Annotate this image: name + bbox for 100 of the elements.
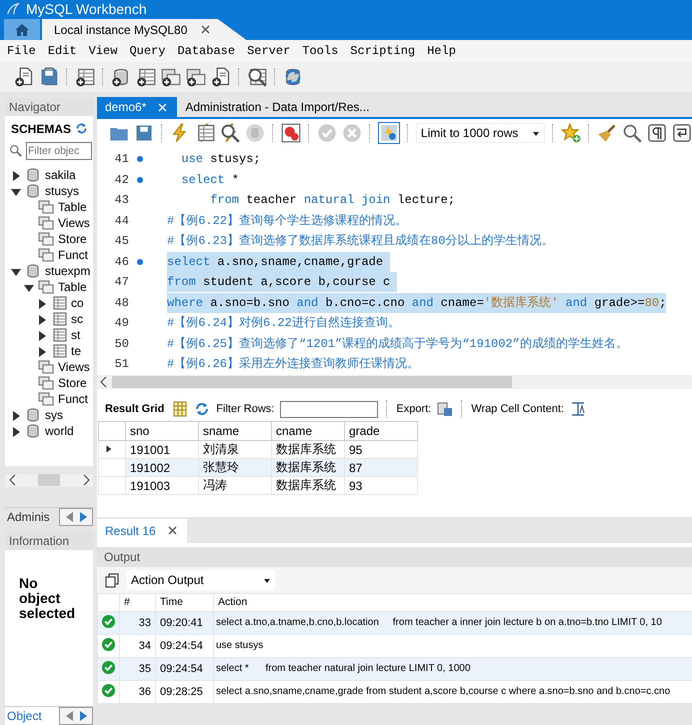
menu-item[interactable]: Tools	[302, 44, 338, 58]
tree-item[interactable]: stuexpm	[5, 262, 93, 278]
home-tab[interactable]	[4, 19, 40, 40]
refresh-icon[interactable]	[194, 401, 210, 417]
menu-item[interactable]: Edit	[48, 44, 77, 58]
menu-item[interactable]: View	[88, 44, 118, 58]
editor-tab[interactable]: demo6*	[97, 97, 178, 117]
expander-icon[interactable]	[11, 168, 21, 180]
menu-item[interactable]: Server	[247, 44, 290, 58]
column-header[interactable]: cname	[272, 422, 344, 440]
tree-item[interactable]: sc	[5, 310, 93, 326]
column-header[interactable]: Action	[214, 593, 692, 611]
output-mode-dropdown[interactable]: Action Output	[127, 570, 275, 590]
view-add-icon[interactable]	[161, 67, 181, 87]
expander-icon[interactable]	[37, 344, 47, 356]
add-snippet-icon[interactable]	[560, 123, 581, 143]
tree-item[interactable]: Funct	[5, 390, 93, 406]
database-add-icon[interactable]	[111, 67, 131, 87]
tree-item[interactable]: te	[5, 342, 93, 358]
tab-navigation[interactable]	[59, 707, 93, 725]
function-add-icon[interactable]	[211, 67, 231, 87]
stop-on-error-icon[interactable]	[280, 123, 301, 143]
tree-item[interactable]: sakila	[5, 166, 93, 182]
column-header[interactable]: Time	[156, 593, 214, 611]
open-sql-file-icon[interactable]	[39, 67, 59, 87]
table-cell: 191002	[126, 458, 198, 476]
column-header[interactable]: sname	[198, 422, 272, 440]
menu-item[interactable]: Scripting	[350, 44, 416, 58]
beautify-icon[interactable]	[596, 123, 617, 143]
window-title: MySQL Workbench	[26, 1, 147, 17]
table-cell: 93	[344, 476, 418, 494]
row-header[interactable]	[98, 440, 126, 458]
close-icon[interactable]	[199, 23, 212, 36]
new-sql-file-icon[interactable]	[14, 67, 34, 87]
folder-icon	[38, 198, 54, 214]
success-icon	[101, 614, 116, 628]
tree-item[interactable]: Funct	[5, 246, 93, 262]
invisible-chars-icon[interactable]	[646, 123, 667, 143]
panel-header: Output	[97, 546, 692, 566]
procedure-add-icon[interactable]	[186, 67, 206, 87]
tree-item[interactable]: sys	[5, 406, 93, 422]
tree-item[interactable]: co	[5, 294, 93, 310]
table-search-icon[interactable]	[247, 67, 267, 87]
tree-item[interactable]: Views	[5, 358, 93, 374]
expander-icon[interactable]	[11, 424, 21, 436]
grid-view-icon[interactable]	[172, 401, 188, 417]
close-icon[interactable]	[156, 100, 170, 114]
result-grid-button[interactable]: Result Grid	[103, 403, 166, 415]
folder-icon	[38, 214, 54, 230]
line-number: 46	[114, 254, 129, 269]
explain-icon[interactable]	[220, 123, 240, 143]
tree-item[interactable]: Table	[5, 278, 93, 294]
tree-item[interactable]: Store	[5, 230, 93, 246]
column-header[interactable]: sno	[126, 422, 198, 440]
tree-item[interactable]: st	[5, 326, 93, 342]
editor-tab[interactable]: Administration - Data Import/Res...	[177, 97, 378, 117]
tree-item[interactable]: Table	[5, 198, 93, 214]
table-add-icon[interactable]	[136, 67, 156, 87]
table-cell: 数据库系统	[272, 458, 344, 476]
folder-icon	[38, 278, 54, 294]
scrollbar[interactable]	[5, 474, 93, 488]
table-cell: 张慧玲	[198, 458, 272, 476]
limit-dropdown[interactable]: Limit to 1000 rows	[416, 123, 545, 143]
line-number: 43	[114, 193, 129, 208]
close-icon[interactable]	[166, 524, 179, 537]
save-icon[interactable]	[134, 123, 154, 143]
column-header[interactable]: #	[120, 593, 156, 611]
filter-field[interactable]: Filter objec	[26, 142, 92, 160]
menu-item[interactable]: Database	[177, 44, 236, 58]
tree-item[interactable]: stusys	[5, 182, 93, 198]
expander-icon[interactable]	[37, 312, 47, 324]
tree-item[interactable]: Store	[5, 374, 93, 390]
expander-icon[interactable]	[11, 408, 21, 420]
line-number: 42	[114, 172, 129, 187]
panel-header: Navigator	[5, 98, 93, 116]
menu-item[interactable]: Help	[427, 44, 456, 58]
wrap-cell-icon[interactable]	[570, 401, 586, 417]
filter-rows-field[interactable]	[280, 400, 378, 418]
menu-item[interactable]: Query	[129, 44, 166, 58]
tree-item[interactable]: world	[5, 422, 93, 438]
copy-icon[interactable]	[105, 572, 121, 588]
filter-label: Filter Rows:	[216, 403, 274, 415]
wrap-lines-icon[interactable]	[672, 123, 692, 143]
auto-commit-toggle[interactable]	[378, 122, 400, 144]
expander-icon[interactable]	[37, 296, 47, 308]
column-header[interactable]: grade	[344, 422, 418, 440]
table-cell: 34	[120, 634, 156, 657]
connection-tab[interactable]: Local instance MySQL80	[42, 19, 246, 40]
export-icon[interactable]	[437, 401, 454, 417]
tab-navigation[interactable]	[59, 508, 93, 526]
find-icon[interactable]	[622, 123, 642, 143]
expander-icon[interactable]	[37, 328, 47, 340]
scrollbar[interactable]	[97, 375, 692, 389]
database-sync-icon[interactable]	[283, 67, 303, 87]
result-tab[interactable]: Result 16	[97, 518, 187, 542]
scroll-left-icon	[99, 376, 108, 388]
success-icon	[101, 660, 116, 674]
refresh-icon[interactable]	[75, 122, 88, 135]
menu-item[interactable]: File	[7, 44, 36, 58]
tree-item[interactable]: Views	[5, 214, 93, 230]
